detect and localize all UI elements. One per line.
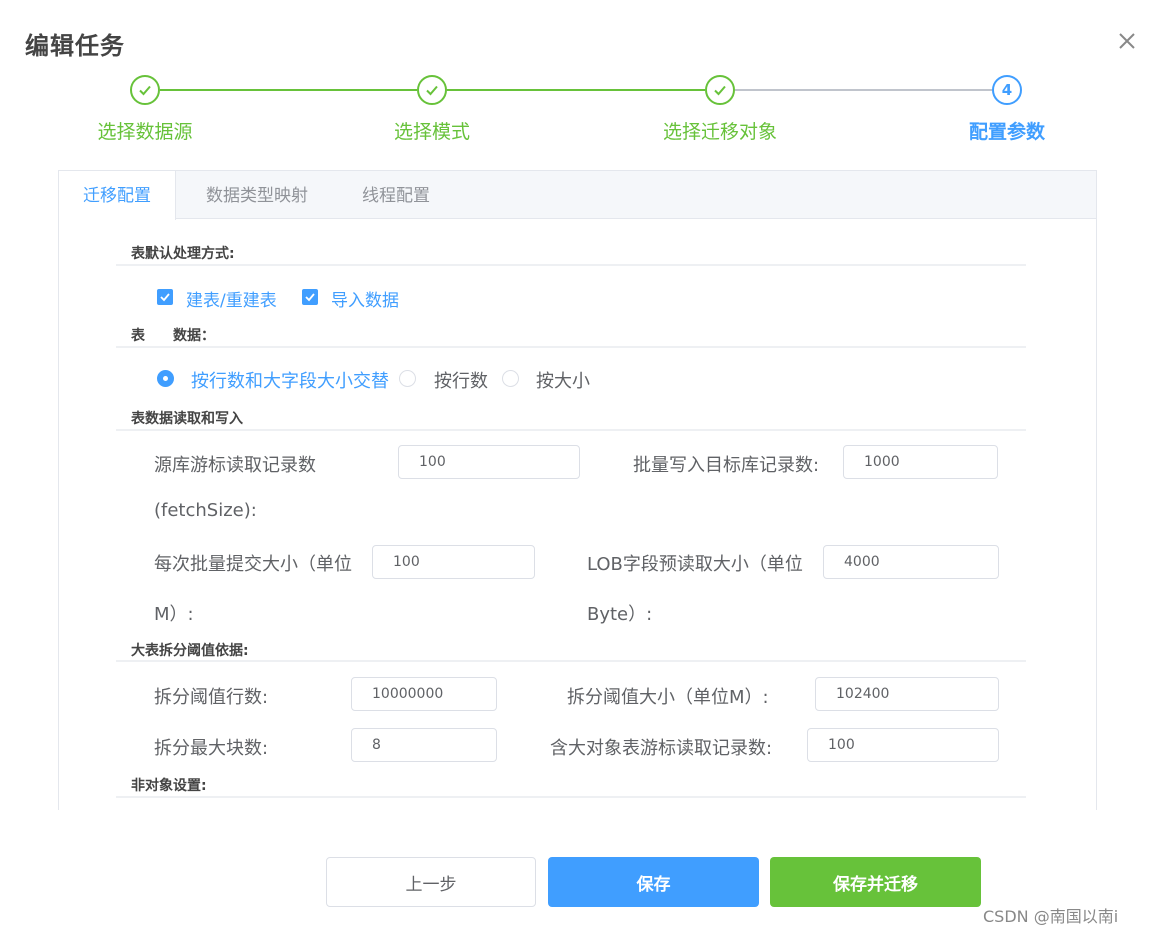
checkbox-label-import-data[interactable]: 导入数据 [331,286,399,311]
batch-write-input[interactable]: 1000 [843,445,998,479]
checkbox-label-create-table[interactable]: 建表/重建表 [186,286,277,311]
section-title-non-object: 非对象设置: [131,778,207,794]
label-lob-table-fetch: 含大对象表游标读取记录数: [550,738,773,759]
dialog-title: 编辑任务 [25,32,125,60]
lob-table-fetch-input[interactable]: 100 [807,728,999,762]
label-split-max-blocks: 拆分最大块数: [154,738,269,759]
label-fetch-size: 源库游标读取记录数 [154,455,316,476]
split-rows-input[interactable]: 10000000 [351,677,497,711]
split-size-input[interactable]: 102400 [815,677,999,711]
label-batch-write: 批量写入目标库记录数: [633,455,820,476]
divider [116,264,1026,266]
label-lob-prefetch: LOB字段预读取大小（单位 [587,554,803,575]
checkbox-import-data[interactable] [302,289,318,305]
step-1-check-icon [130,75,160,105]
radio-by-rows[interactable] [399,370,416,387]
step-4-title: 配置参数 [968,121,1046,143]
close-icon[interactable] [1112,26,1142,56]
step-2-check-icon [417,75,447,105]
label-batch-commit-suffix: M）: [154,604,194,625]
tabs-header: 迁移配置 数据类型映射 线程配置 [59,171,1096,220]
step-3-title: 选择迁移对象 [662,121,778,143]
batch-commit-input[interactable]: 100 [372,545,535,579]
radio-label-by-size[interactable]: 按大小 [536,367,590,393]
divider [116,346,1026,348]
divider [116,429,1026,431]
label-fetch-size-suffix: (fetchSize): [154,500,257,521]
tab-datatype-mapping[interactable]: 数据类型映射 [182,171,332,219]
step-1-title: 选择数据源 [97,121,193,143]
step-connector [160,89,417,91]
section-title-big-table: 大表拆分阈值依据: [131,643,249,659]
label-split-size: 拆分阈值大小（单位M）: [567,687,769,708]
section-title-table-default: 表默认处理方式: [131,246,235,262]
label-batch-commit: 每次批量提交大小（单位 [154,554,352,575]
section-title-data-rw: 表数据读取和写入 [131,411,243,427]
tabs-panel: 迁移配置 数据类型映射 线程配置 [58,170,1097,810]
radio-rows-and-lob[interactable] [157,370,174,387]
step-3-check-icon [705,75,735,105]
checkbox-create-table[interactable] [157,289,173,305]
step-2-title: 选择模式 [393,121,471,143]
split-max-blocks-input[interactable]: 8 [351,728,497,762]
step-connector [447,89,705,91]
tab-thread-config[interactable]: 线程配置 [338,171,454,219]
label-split-rows: 拆分阈值行数: [154,687,269,708]
edit-task-dialog: 编辑任务 4 选择数据源 选择模式 选择迁移对象 配置参数 迁移配置 数据类型映… [0,0,1150,931]
fetch-size-input[interactable]: 100 [398,445,580,479]
section-title-table-split: 表 数据： [131,328,215,344]
label-lob-prefetch-suffix: Byte）: [587,604,653,625]
prev-step-button[interactable]: 上一步 [326,857,536,907]
divider [116,660,1026,662]
step-connector [735,89,992,91]
tab-migration-config[interactable]: 迁移配置 [59,171,176,220]
divider [116,796,1026,798]
step-4-number: 4 [992,75,1022,105]
lob-prefetch-input[interactable]: 4000 [823,545,999,579]
radio-label-rows-and-lob[interactable]: 按行数和大字段大小交替 [191,367,389,393]
watermark: CSDN @南国以南i [983,907,1119,926]
radio-by-size[interactable] [502,370,519,387]
save-and-migrate-button[interactable]: 保存并迁移 [770,857,981,907]
save-button[interactable]: 保存 [548,857,759,907]
radio-label-by-rows[interactable]: 按行数 [434,367,488,393]
